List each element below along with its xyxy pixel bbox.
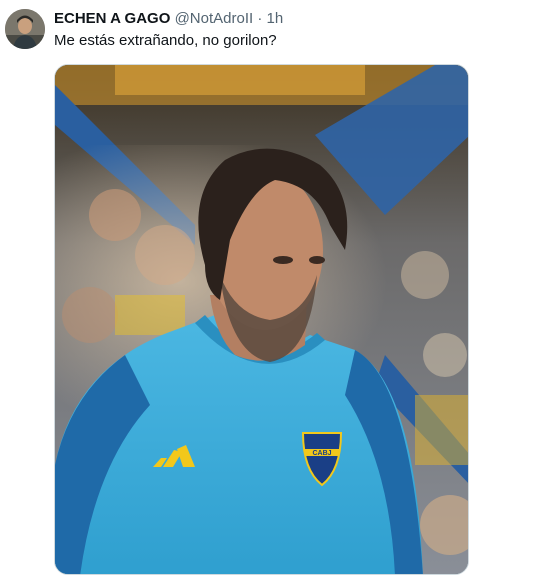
- tweet-text: Me estás extrañando, no gorilon?: [54, 32, 277, 49]
- user-handle[interactable]: @NotAdroII: [175, 10, 254, 27]
- crest-text: CABJ: [312, 450, 331, 457]
- photo-icon: CABJ: [55, 65, 468, 574]
- tweet-timestamp[interactable]: 1h: [267, 10, 284, 27]
- tweet-media-image[interactable]: CABJ: [54, 64, 469, 575]
- avatar-image: [5, 9, 45, 49]
- tweet-header: ECHEN A GAGO @NotAdroII · 1h: [54, 9, 283, 29]
- separator-dot: ·: [257, 10, 263, 27]
- avatar[interactable]: [5, 9, 45, 49]
- display-name[interactable]: ECHEN A GAGO: [54, 10, 170, 27]
